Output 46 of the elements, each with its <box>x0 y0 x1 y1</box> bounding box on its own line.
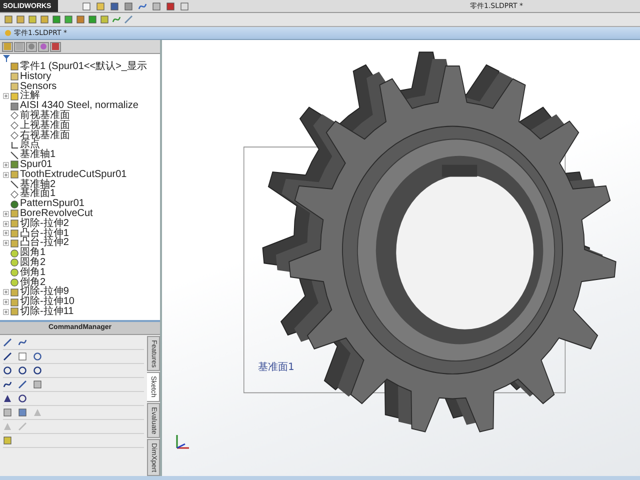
tree-item[interactable]: 凸台-拉伸1 <box>20 228 69 238</box>
expand-icon[interactable] <box>2 240 8 246</box>
feature-manager-tab[interactable] <box>2 42 13 52</box>
tree-item[interactable]: 切除-拉伸11 <box>20 306 74 317</box>
tree-item[interactable]: 右视基准面 <box>20 130 70 140</box>
tree-item[interactable]: ToothExtrudeCutSpur01 <box>20 170 127 180</box>
tree-item[interactable]: 基准轴1 <box>20 150 56 160</box>
tree-item[interactable]: Spur01 <box>20 160 52 170</box>
axis-icon <box>10 180 19 189</box>
curve-icon[interactable] <box>112 15 121 24</box>
display-manager-tab[interactable] <box>50 42 61 52</box>
origin-icon <box>10 140 19 150</box>
axis-triad-icon <box>174 433 192 451</box>
expand-icon[interactable] <box>2 230 8 236</box>
tree-item[interactable]: 前视基准面 <box>20 110 70 121</box>
tree-item[interactable]: 基准面1 <box>20 189 56 200</box>
expand-icon[interactable] <box>2 172 8 178</box>
line-icon[interactable] <box>3 352 12 361</box>
tree-item[interactable]: 上视基准面 <box>20 120 70 131</box>
plane-label: 基准面1 <box>258 360 294 374</box>
expand-icon[interactable] <box>2 210 8 217</box>
configuration-manager-tab[interactable] <box>26 42 37 52</box>
axis-icon <box>10 150 19 160</box>
expand-icon[interactable] <box>2 220 8 227</box>
spline-icon[interactable] <box>3 380 12 389</box>
tree-item[interactable]: 圆角1 <box>20 248 46 258</box>
tree-item[interactable]: History <box>20 72 52 82</box>
tree-item[interactable]: 零件1 (Spur01<<默认>_显示 <box>20 62 147 72</box>
tree-item[interactable]: 基准轴2 <box>20 180 56 190</box>
tree-item[interactable]: AISI 4340 Steel, normalize <box>20 101 138 111</box>
tree-item[interactable]: 切除-拉伸10 <box>20 297 74 307</box>
tree-item[interactable]: 凸台-拉伸2 <box>20 238 69 248</box>
expand-icon[interactable] <box>2 162 8 168</box>
expand-icon[interactable] <box>2 299 8 306</box>
expand-icon[interactable] <box>2 93 8 100</box>
tree-item[interactable]: BoreRevolveCut <box>20 208 93 219</box>
tree-item[interactable]: 圆角2 <box>20 258 46 268</box>
tree-item[interactable]: 倒角1 <box>20 268 46 278</box>
tree-item[interactable]: 倒角2 <box>20 278 46 288</box>
tree-item[interactable]: 切除-拉伸2 <box>20 218 69 229</box>
tree-item[interactable]: 注解 <box>20 91 40 102</box>
tree-item[interactable]: PatternSpur01 <box>20 199 84 209</box>
expand-icon[interactable] <box>2 308 8 315</box>
expand-icon[interactable] <box>2 289 8 296</box>
dimxpert-manager-tab[interactable] <box>38 42 49 52</box>
property-manager-tab[interactable] <box>14 42 25 52</box>
